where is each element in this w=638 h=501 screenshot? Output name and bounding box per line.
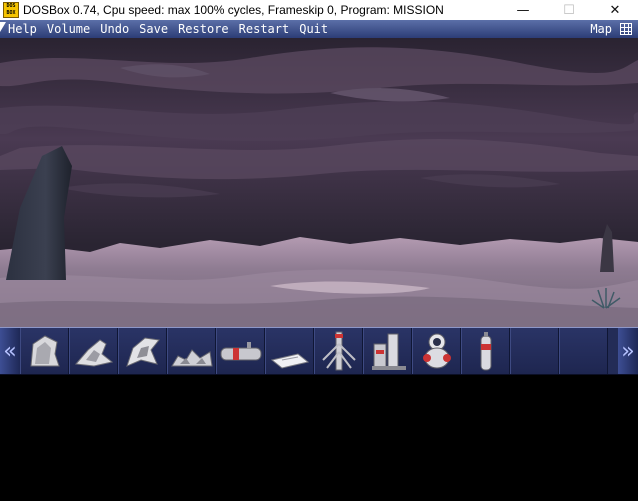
- inventory-slot-12-empty[interactable]: [559, 328, 608, 374]
- map-grid-icon[interactable]: [620, 23, 632, 35]
- map-menu[interactable]: Map: [582, 22, 638, 36]
- menu-undo[interactable]: Undo: [95, 22, 134, 36]
- close-button[interactable]: ✕: [592, 0, 638, 20]
- inventory-scroll-left-button[interactable]: «: [0, 328, 20, 374]
- inventory-scroll-right-button[interactable]: »: [618, 328, 638, 374]
- oxygen-tank-icon[interactable]: [464, 330, 508, 372]
- maximize-button[interactable]: ☐: [546, 0, 592, 20]
- window-title-bar: DOS BOX DOSBox 0.74, Cpu speed: max 100%…: [0, 0, 638, 20]
- inventory-slot-10[interactable]: [461, 328, 510, 374]
- canister-cylinder-icon[interactable]: [219, 330, 263, 372]
- menu-quit[interactable]: Quit: [294, 22, 333, 36]
- inventory-slot-3[interactable]: [118, 328, 167, 374]
- window-controls: — ☐ ✕: [500, 0, 638, 20]
- inventory-bar: « »: [0, 327, 638, 375]
- dosbox-app-icon[interactable]: DOS BOX: [3, 2, 19, 18]
- game-viewport[interactable]: [0, 38, 638, 327]
- inventory-slot-2[interactable]: [69, 328, 118, 374]
- inventory-slot-6[interactable]: [265, 328, 314, 374]
- alien-landscape-scene[interactable]: [0, 38, 638, 327]
- inventory-slots: [20, 328, 618, 374]
- mouse-cursor-icon: [0, 22, 6, 32]
- gas-pump-machine-icon[interactable]: [366, 330, 410, 372]
- inventory-slot-5[interactable]: [216, 328, 265, 374]
- menu-restore[interactable]: Restore: [173, 22, 234, 36]
- inventory-slot-7[interactable]: [314, 328, 363, 374]
- menu-volume[interactable]: Volume: [42, 22, 95, 36]
- astronaut-robot-icon[interactable]: [415, 330, 459, 372]
- inventory-slot-11-empty[interactable]: [510, 328, 559, 374]
- minimize-button[interactable]: —: [500, 0, 546, 20]
- inventory-slot-8[interactable]: [363, 328, 412, 374]
- menu-help[interactable]: Help: [0, 22, 42, 36]
- rock-fragment-icon[interactable]: [23, 330, 67, 372]
- menu-map[interactable]: Map: [582, 22, 617, 36]
- menu-save[interactable]: Save: [134, 22, 173, 36]
- inventory-slot-9[interactable]: [412, 328, 461, 374]
- twisted-debris-icon[interactable]: [121, 330, 165, 372]
- broken-wreckage-icon[interactable]: [170, 330, 214, 372]
- game-menu-bar: Help Volume Undo Save Restore Restart Qu…: [0, 20, 638, 38]
- menu-restart[interactable]: Restart: [234, 22, 295, 36]
- antenna-tower-icon[interactable]: [317, 330, 361, 372]
- inventory-slot-1[interactable]: [20, 328, 69, 374]
- metal-shard-icon[interactable]: [72, 330, 116, 372]
- inventory-slot-4[interactable]: [167, 328, 216, 374]
- paper-sheet-icon[interactable]: [268, 330, 312, 372]
- window-title: DOSBox 0.74, Cpu speed: max 100% cycles,…: [23, 3, 444, 17]
